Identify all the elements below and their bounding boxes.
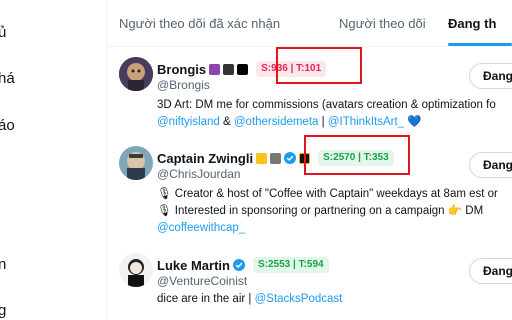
display-name[interactable]: Brongis: [157, 62, 206, 77]
tab-bar: Người theo dõi đã xác nhận Người theo dõ…: [107, 0, 512, 47]
highlight-box: [304, 135, 410, 175]
tab-following[interactable]: Đang th: [448, 0, 496, 46]
nav-item-2[interactable]: há: [0, 70, 15, 87]
alien-emoji-icon: [209, 63, 221, 75]
nav-item-4[interactable]: n: [0, 256, 6, 273]
stat-badge: S:2553 | T:594: [252, 257, 329, 273]
left-nav: ủ há áo n g: [0, 0, 107, 320]
bio-text: 🎙 Creator & host of "Coffee with Captain…: [157, 188, 498, 200]
mention-link[interactable]: @coffeewithcap_: [157, 222, 245, 234]
display-name[interactable]: Luke Martin: [157, 258, 230, 273]
main-panel: Người theo dõi đã xác nhận Người theo dõ…: [107, 0, 512, 320]
mention-link[interactable]: @niftyisland: [157, 116, 220, 128]
bio-line: 🎙 Creator & host of "Coffee with Captain…: [157, 186, 498, 203]
user-handle[interactable]: @VentureCoinist: [157, 274, 247, 288]
mention-link[interactable]: @IThinkItsArt_: [328, 116, 404, 128]
bio-text: 🎙 Interested in sponsoring or partnering…: [157, 205, 484, 217]
following-button[interactable]: Đang: [469, 63, 512, 89]
bio-text: dice are in the air |: [157, 293, 255, 305]
bio-text: 3D Art: DM me for commissions (avatars c…: [157, 99, 496, 111]
tab-verified-followers[interactable]: Người theo dõi đã xác nhận: [119, 0, 280, 46]
banana-emoji-icon: [256, 152, 268, 164]
bio: dice are in the air | @StacksPodcast: [157, 291, 342, 308]
nav-item-5[interactable]: g: [0, 302, 6, 319]
name-row: Luke Martin S:2553 | T:594: [157, 257, 329, 273]
avatar[interactable]: [119, 146, 153, 180]
following-button[interactable]: Đang: [469, 152, 512, 178]
display-name[interactable]: Captain Zwingli: [157, 151, 253, 166]
verified-badge-icon: [284, 152, 297, 164]
black-square-icon: [237, 63, 249, 75]
nav-item-3[interactable]: áo: [0, 117, 15, 134]
bio: 🎙 Creator & host of "Coffee with Captain…: [157, 186, 498, 237]
bio-text: &: [219, 116, 234, 128]
bio-line: @coffeewithcap_: [157, 220, 498, 237]
avatar[interactable]: [119, 253, 153, 287]
tab-followers[interactable]: Người theo dõi: [339, 0, 426, 46]
cat-emoji-icon: [223, 63, 235, 75]
nav-item-1[interactable]: ủ: [0, 24, 6, 41]
bio: 3D Art: DM me for commissions (avatars c…: [157, 97, 496, 131]
active-tab-indicator: [448, 43, 512, 46]
bio-text: |: [318, 116, 328, 128]
verified-badge-icon: [232, 259, 245, 271]
following-button[interactable]: Đang: [469, 258, 512, 284]
bio-line: dice are in the air | @StacksPodcast: [157, 291, 342, 308]
bio-line: @niftyisland & @othersidemeta | @IThinkI…: [157, 114, 496, 131]
heart-icon: 💙: [404, 116, 422, 128]
mention-link[interactable]: @othersidemeta: [234, 116, 319, 128]
microphone-emoji-icon: [270, 152, 282, 164]
user-handle[interactable]: @Brongis: [157, 78, 210, 92]
user-handle[interactable]: @ChrisJourdan: [157, 167, 241, 181]
user-row-luke-martin[interactable]: Luke Martin S:2553 | T:594 @VentureCoini…: [107, 253, 512, 313]
bio-line: 3D Art: DM me for commissions (avatars c…: [157, 97, 496, 114]
avatar[interactable]: [119, 57, 153, 91]
highlight-box: [276, 47, 362, 84]
bio-line: 🎙 Interested in sponsoring or partnering…: [157, 203, 498, 220]
mention-link[interactable]: @StacksPodcast: [255, 293, 343, 305]
